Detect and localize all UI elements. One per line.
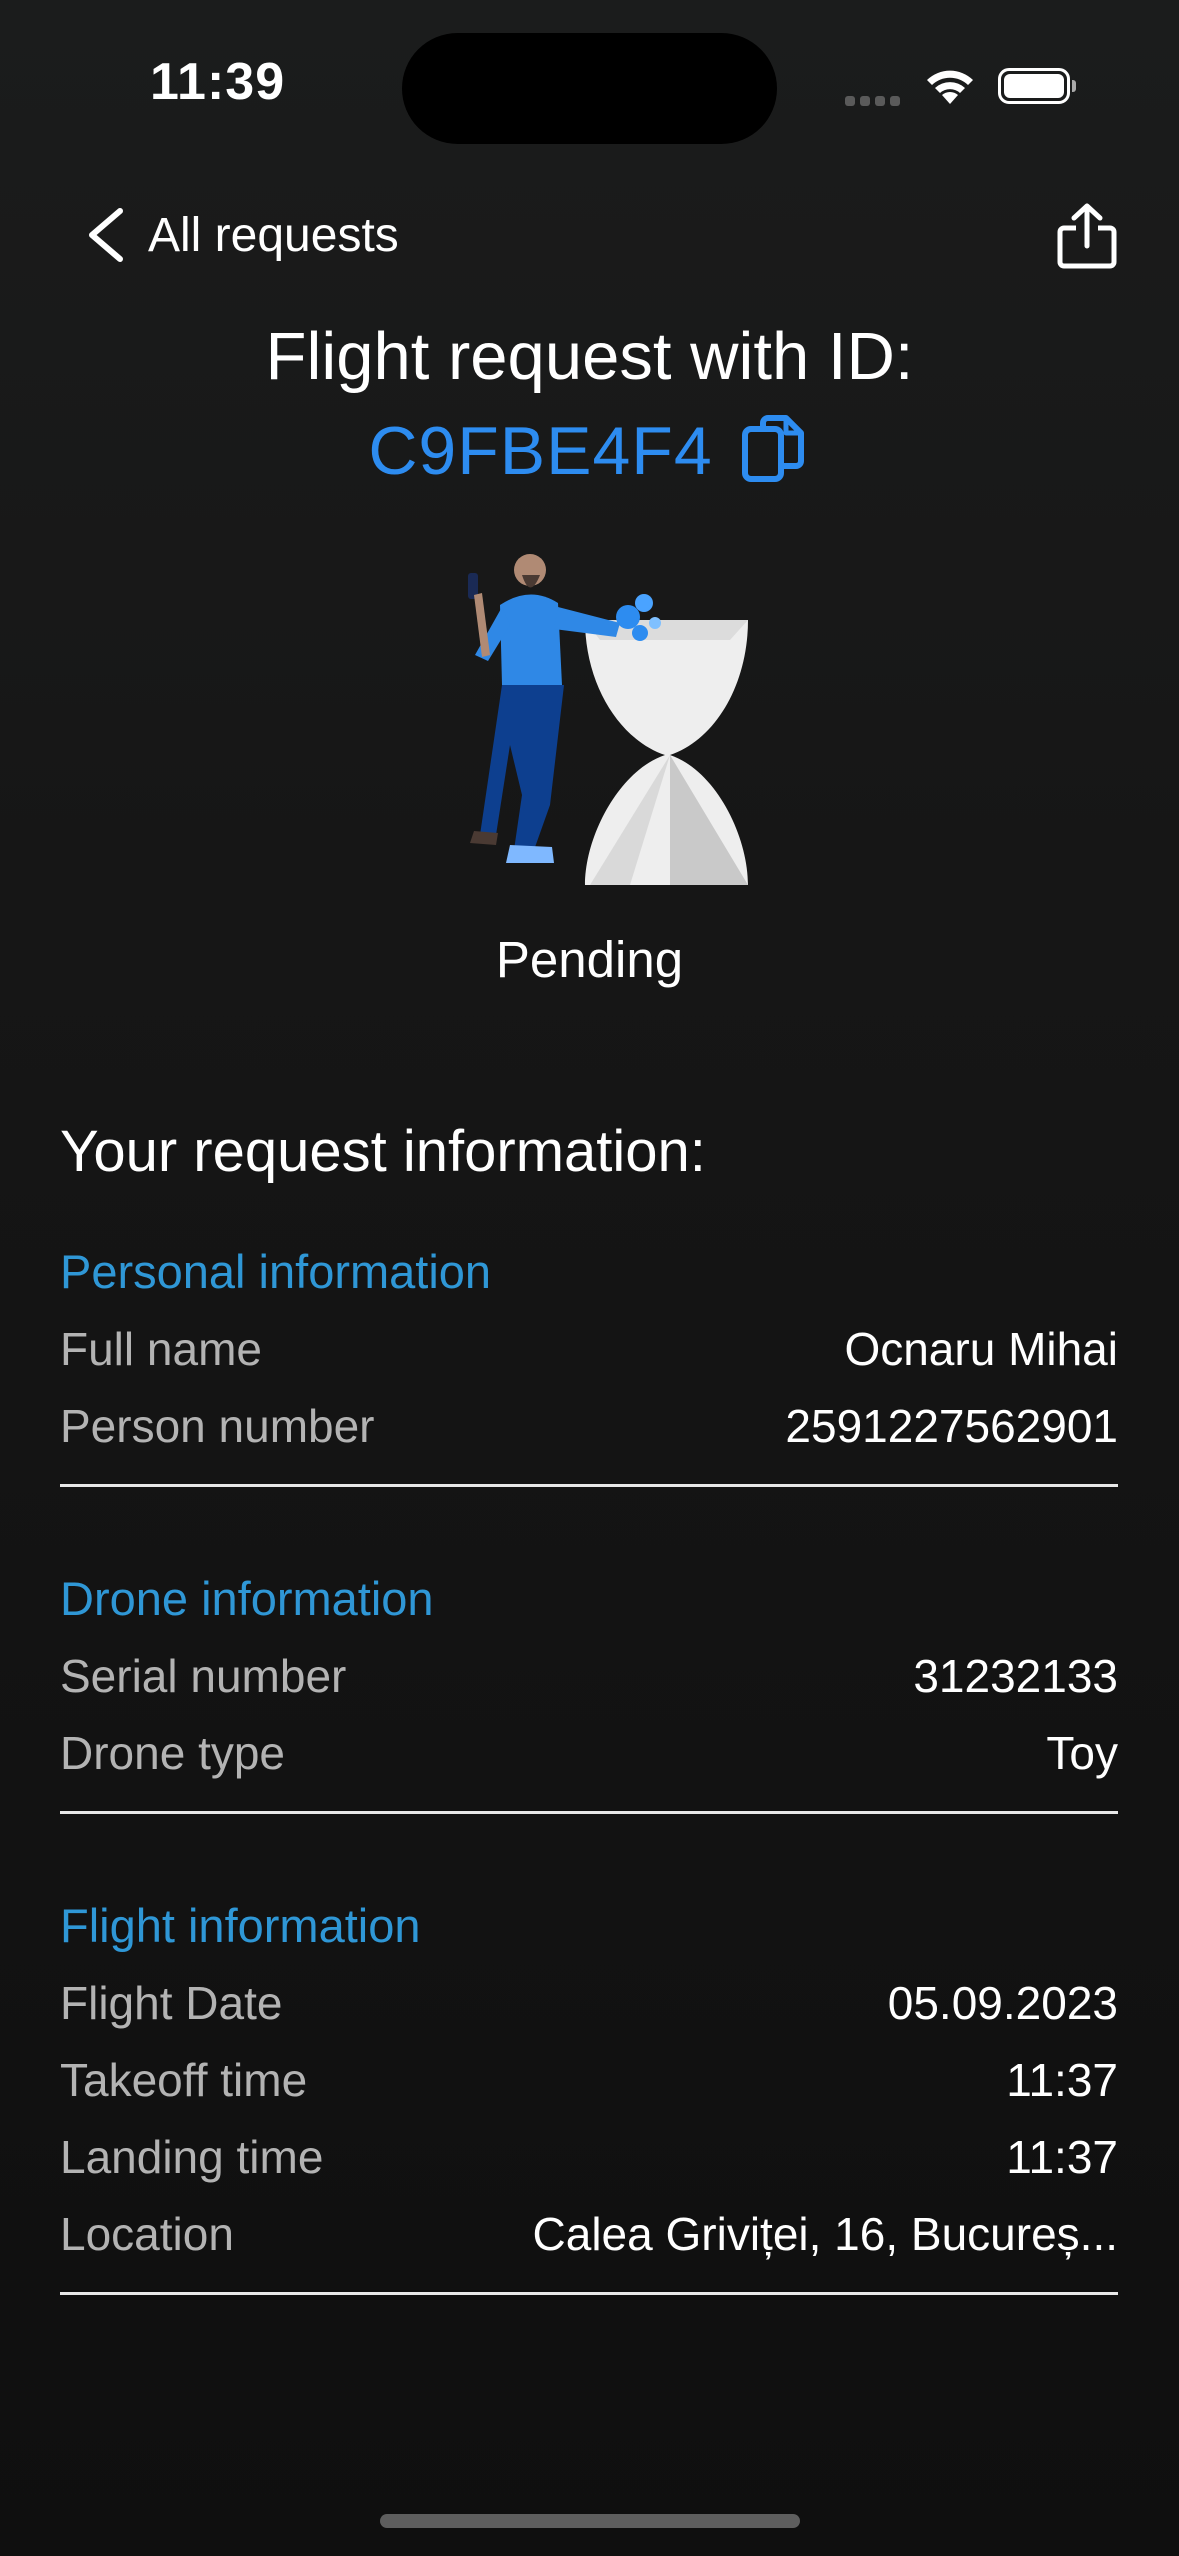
dynamic-island xyxy=(402,33,777,144)
home-indicator[interactable] xyxy=(380,2514,800,2528)
info-value: Calea Griviței, 16, Bucureș... xyxy=(532,2208,1118,2260)
info-value: 05.09.2023 xyxy=(887,1977,1118,2029)
section-divider xyxy=(60,2292,1118,2295)
info-label: Location xyxy=(60,2208,234,2260)
request-id-row: C9FBE4F4 xyxy=(0,412,1179,490)
back-button[interactable]: All requests xyxy=(82,205,399,265)
info-row-landing-time: Landing time 11:37 xyxy=(60,2130,1118,2184)
info-row-takeoff-time: Takeoff time 11:37 xyxy=(60,2053,1118,2107)
share-icon xyxy=(1057,203,1117,269)
info-label: Drone type xyxy=(60,1727,286,1779)
info-row-drone-type: Drone type Toy xyxy=(60,1726,1118,1780)
copy-icon xyxy=(741,414,804,482)
info-row-full-name: Full name Ocnaru Mihai xyxy=(60,1322,1118,1376)
cellular-signal-icon xyxy=(845,93,905,111)
info-label: Serial number xyxy=(60,1650,347,1702)
status-label: Pending xyxy=(495,931,684,988)
info-label: Takeoff time xyxy=(60,2054,308,2106)
info-value: Ocnaru Mihai xyxy=(844,1323,1118,1375)
info-value: 11:37 xyxy=(1006,2054,1118,2106)
info-value: 31232133 xyxy=(913,1650,1118,1702)
pending-illustration xyxy=(430,545,760,900)
request-info-heading: Your request information: xyxy=(60,1119,706,1184)
info-value: 11:37 xyxy=(1006,2131,1118,2183)
info-row-serial-number: Serial number 31232133 xyxy=(60,1649,1118,1703)
back-label: All requests xyxy=(148,208,399,262)
info-value: 2591227562901 xyxy=(785,1400,1118,1452)
section-divider xyxy=(60,1484,1118,1487)
drone-info-title: Drone information xyxy=(60,1572,434,1625)
info-label: Landing time xyxy=(60,2131,324,2183)
info-row-person-number: Person number 2591227562901 xyxy=(60,1399,1118,1453)
request-id: C9FBE4F4 xyxy=(368,413,713,489)
chevron-left-icon xyxy=(89,208,123,262)
section-divider xyxy=(60,1811,1118,1814)
info-row-location: Location Calea Griviței, 16, Bucureș... xyxy=(60,2207,1118,2261)
battery-icon xyxy=(998,68,1076,104)
status-time: 11:39 xyxy=(150,53,286,111)
flight-info-title: Flight information xyxy=(60,1899,421,1952)
personal-info-title: Personal information xyxy=(60,1245,492,1298)
info-label: Flight Date xyxy=(60,1977,283,2029)
copy-button[interactable] xyxy=(739,413,811,490)
share-button[interactable] xyxy=(1054,202,1120,275)
info-row-flight-date: Flight Date 05.09.2023 xyxy=(60,1976,1118,2030)
info-label: Full name xyxy=(60,1323,262,1375)
info-label: Person number xyxy=(60,1400,375,1452)
info-value: Toy xyxy=(1046,1727,1118,1779)
page-title: Flight request with ID: xyxy=(265,319,914,394)
wifi-icon xyxy=(924,66,976,111)
